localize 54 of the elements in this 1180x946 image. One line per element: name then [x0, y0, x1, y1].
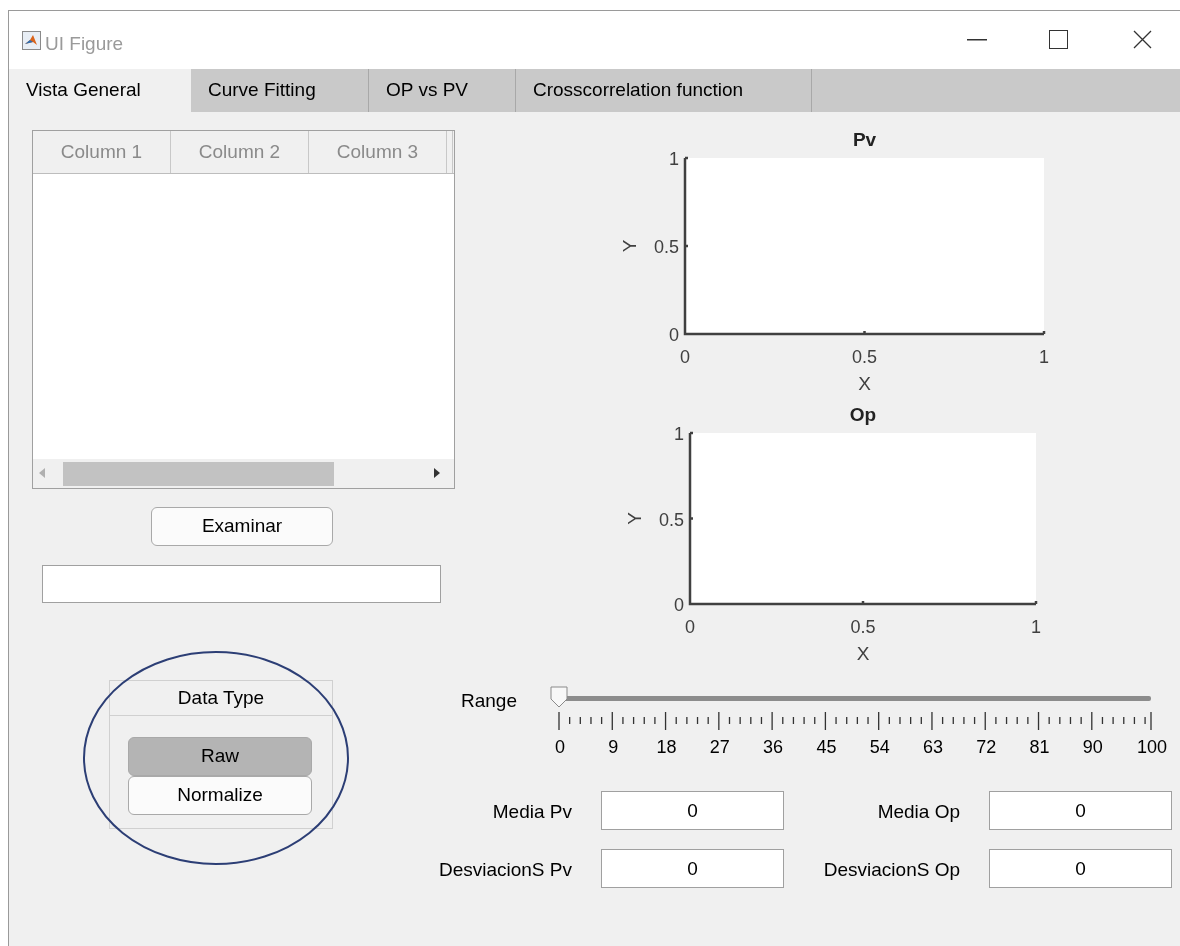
tick-label: 0 — [674, 595, 684, 615]
axis-label: X — [858, 373, 871, 390]
field-label: DesviacionS Pv — [438, 858, 572, 882]
app-icon — [22, 31, 41, 50]
toggle-button[interactable]: Normalize — [128, 776, 312, 815]
slider-tick-label: 0 — [554, 736, 566, 759]
slider-tick-label: 45 — [815, 736, 838, 759]
tick-label: 0 — [680, 347, 690, 367]
slider-tick-label: 36 — [762, 736, 785, 759]
numeric-field[interactable]: 0 — [989, 791, 1172, 830]
slider-tick-label: 9 — [607, 736, 620, 759]
slider-tick-label: 81 — [1028, 736, 1051, 759]
axis-label: X — [856, 643, 870, 660]
slider-tick-label: 90 — [1081, 736, 1104, 759]
slider-tick-label: 72 — [975, 736, 998, 759]
axis-label: Y — [619, 239, 640, 253]
chart-title: Op — [849, 404, 877, 425]
field-label: Media Op — [877, 800, 960, 824]
slider-label: Range — [461, 689, 517, 713]
examinar-button[interactable]: Examinar — [151, 507, 333, 546]
tick-label: 0.5 — [852, 347, 877, 367]
axis-label: Y — [624, 512, 645, 525]
tick-label: 1 — [1031, 617, 1041, 637]
slider-tick-label: 27 — [708, 736, 731, 759]
scroll-right-icon[interactable] — [434, 468, 440, 478]
toggle-button[interactable]: Raw — [128, 737, 312, 776]
slider-tick-label: 18 — [655, 736, 678, 759]
tick-label: 0.5 — [658, 509, 684, 530]
numeric-field[interactable]: 0 — [601, 791, 784, 830]
tick-label: 0.5 — [653, 237, 679, 257]
numeric-field[interactable]: 0 — [989, 849, 1172, 888]
slider-tick-label: 100 — [1135, 736, 1168, 759]
panel-title: Data Type — [177, 685, 265, 710]
slider-thumb[interactable] — [550, 686, 568, 708]
numeric-field[interactable]: 0 — [601, 849, 784, 888]
tick-label: 1 — [669, 149, 679, 169]
tick-label: 0 — [669, 325, 679, 345]
slider-tick-label: 54 — [868, 736, 891, 759]
tick-label: 0 — [685, 617, 695, 637]
minimize-icon[interactable] — [967, 39, 987, 41]
tick-label: 1 — [1039, 347, 1049, 367]
close-icon[interactable] — [1133, 30, 1152, 49]
scrollbar-thumb[interactable] — [63, 462, 334, 486]
path-field[interactable] — [42, 565, 441, 603]
maximize-icon[interactable] — [1049, 30, 1068, 49]
field-label: Media Pv — [492, 800, 572, 824]
tick-label: 0.5 — [850, 617, 876, 637]
horizontal-scrollbar[interactable] — [33, 459, 454, 488]
chart-title: Pv — [852, 129, 877, 150]
tab[interactable]: Vista General — [9, 69, 191, 112]
tick-label: 1 — [674, 424, 684, 444]
window-title: UI Figure — [45, 32, 124, 56]
field-label: DesviacionS Op — [823, 858, 960, 882]
slider-tick-label: 63 — [921, 736, 944, 759]
